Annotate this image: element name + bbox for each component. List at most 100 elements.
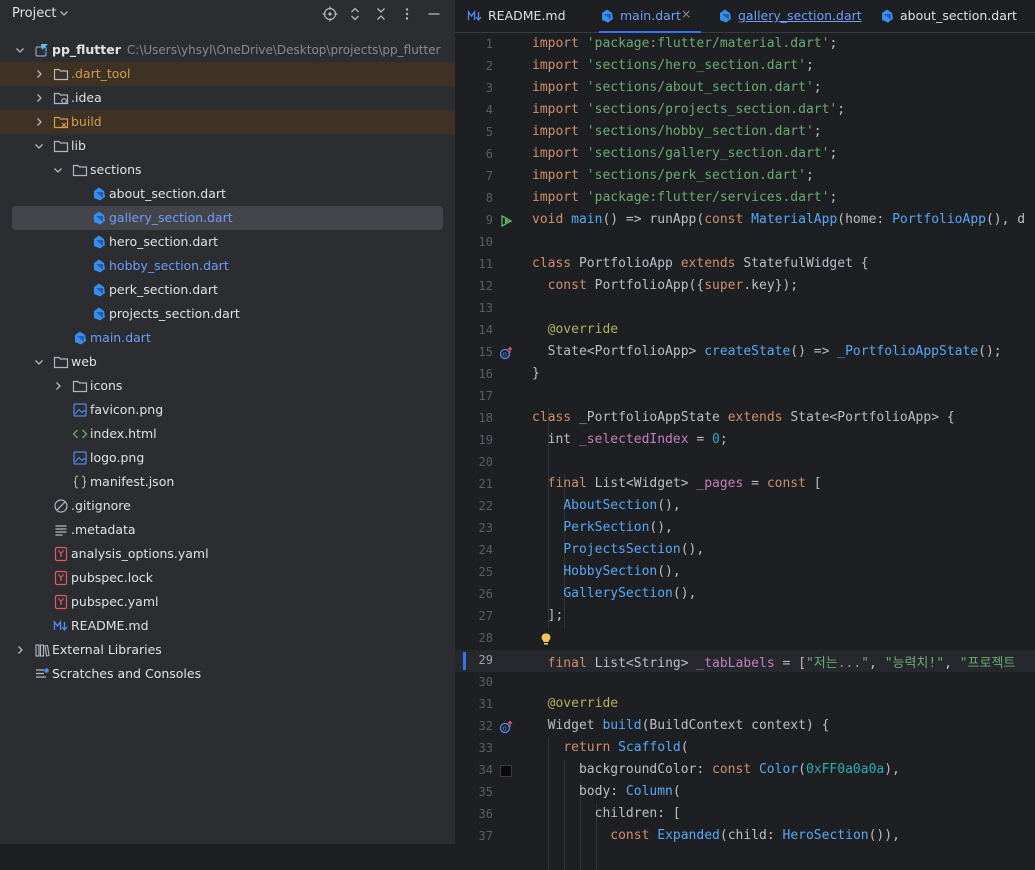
code-line[interactable]: 29 final List<String> _tabLabels = ["저는.… (455, 650, 1035, 672)
code-line[interactable]: 35 body: Column( (455, 782, 1035, 804)
tree-item[interactable]: main.dart (0, 326, 455, 350)
tree-item[interactable]: Scratches and Consoles (0, 662, 455, 686)
editor-tab[interactable]: main.dart × (599, 0, 701, 33)
tree-item[interactable]: pp_flutter C:\Users\yhsyl\OneDrive\Deskto… (0, 38, 455, 62)
code-line[interactable]: 17 (455, 386, 1035, 408)
code-line[interactable]: 13 (455, 298, 1035, 320)
hide-panel-icon[interactable] (426, 6, 442, 22)
code-line[interactable]: 2 import 'sections/hero_section.dart'; (455, 56, 1035, 78)
code-line[interactable]: 28 (455, 628, 1035, 650)
code-line[interactable]: 20 (455, 452, 1035, 474)
editor-tab-label: gallery_section.dart (738, 8, 862, 23)
tree-item[interactable]: build (0, 110, 455, 134)
code-line[interactable]: 7 import 'sections/perk_section.dart'; (455, 166, 1035, 188)
tree-item[interactable]: icons (0, 374, 455, 398)
code-line[interactable]: 34 backgroundColor: const Color(0xFF0a0a… (455, 760, 1035, 782)
chevron-right-icon[interactable] (52, 380, 64, 392)
code-line[interactable]: 22 AboutSection(), (455, 496, 1035, 518)
code-line[interactable]: 33 return Scaffold( (455, 738, 1035, 760)
code-line[interactable]: 32 o Widget build(BuildContext context) { (455, 716, 1035, 738)
code-line[interactable]: 15 o State<PortfolioApp> createState() =>… (455, 342, 1035, 364)
expand-all-icon[interactable] (347, 6, 363, 22)
tree-item[interactable]: projects_section.dart (0, 302, 455, 326)
tree-item[interactable]: index.html (0, 422, 455, 446)
chevron-right-icon[interactable] (14, 644, 26, 656)
tree-item[interactable]: External Libraries (0, 638, 455, 662)
code-line[interactable]: 36 children: [ (455, 804, 1035, 826)
tree-item[interactable]: web (0, 350, 455, 374)
dart-file-icon (75, 331, 86, 345)
change-marker[interactable] (463, 652, 466, 670)
override-icon[interactable]: o (499, 346, 513, 360)
editor-tab[interactable]: README.md (467, 0, 587, 32)
tree-item[interactable]: gallery_section.dart (0, 206, 455, 230)
code-line[interactable]: 24 ProjectsSection(), (455, 540, 1035, 562)
code-line[interactable]: 31 @override (455, 694, 1035, 716)
collapse-all-icon[interactable] (373, 6, 389, 22)
tree-item[interactable]: about_section.dart (0, 182, 455, 206)
chevron-down-icon[interactable] (33, 356, 45, 368)
override-icon[interactable]: o (499, 720, 513, 734)
editor-tab[interactable]: gallery_section.dart (717, 0, 867, 32)
code-token: ( (798, 762, 806, 777)
code-line[interactable]: 10 (455, 232, 1035, 254)
chevron-right-icon[interactable] (33, 116, 45, 128)
chevron-down-icon[interactable] (33, 140, 45, 152)
code-line[interactable]: 3 import 'sections/about_section.dart'; (455, 78, 1035, 100)
tree-item[interactable]: manifest.json (0, 470, 455, 494)
code-line[interactable]: 19 int _selectedIndex = 0; (455, 430, 1035, 452)
chevron-right-icon[interactable] (33, 68, 45, 80)
color-swatch[interactable] (499, 764, 513, 778)
code-line[interactable]: 26 GallerySection(), (455, 584, 1035, 606)
chevron-down-icon[interactable] (58, 7, 70, 19)
code-line[interactable]: 12 const PortfolioApp({super.key}); (455, 276, 1035, 298)
locate-file-icon[interactable] (322, 6, 338, 22)
chevron-right-icon[interactable] (33, 92, 45, 104)
tree-item[interactable]: .metadata (0, 518, 455, 542)
run-icon[interactable] (499, 214, 513, 228)
code-line[interactable]: 37 const Expanded(child: HeroSection()), (455, 826, 1035, 848)
tree-item[interactable]: logo.png (0, 446, 455, 470)
project-view-selector[interactable]: Project (12, 6, 56, 21)
code-line[interactable]: 23 PerkSection(), (455, 518, 1035, 540)
code-line[interactable]: 11 class PortfolioApp extends StatefulWid… (455, 254, 1035, 276)
tree-item[interactable]: sections (0, 158, 455, 182)
code-line[interactable]: 9 void main() => runApp(const MaterialApp… (455, 210, 1035, 232)
tree-item[interactable]: pubspec.lock (0, 566, 455, 590)
code-line[interactable]: 4 import 'sections/projects_section.dart'… (455, 100, 1035, 122)
code-token: super (704, 278, 744, 293)
code-token: PortfolioApp({ (594, 278, 705, 293)
tree-item[interactable]: analysis_options.yaml (0, 542, 455, 566)
code-line[interactable]: 5 import 'sections/hobby_section.dart'; (455, 122, 1035, 144)
code-line[interactable]: 1 import 'package:flutter/material.dart'; (455, 34, 1035, 56)
bulb-icon[interactable] (539, 632, 553, 646)
code-editor[interactable]: 1 import 'package:flutter/material.dart';… (455, 34, 1035, 870)
more-options-icon[interactable] (399, 6, 415, 22)
close-tab-icon[interactable]: × (681, 6, 691, 21)
code-line[interactable]: 6 import 'sections/gallery_section.dart'; (455, 144, 1035, 166)
code-line[interactable]: 30 (455, 672, 1035, 694)
code-line[interactable]: 21 final List<Widget> _pages = const [ (455, 474, 1035, 496)
tree-item[interactable]: .gitignore (0, 494, 455, 518)
tree-item[interactable]: perk_section.dart (0, 278, 455, 302)
tree-item[interactable]: .idea (0, 86, 455, 110)
code-token: const (712, 762, 759, 777)
tree-item[interactable]: hero_section.dart (0, 230, 455, 254)
line-number: 23 (478, 521, 493, 535)
tree-item[interactable]: README.md (0, 614, 455, 638)
tree-item[interactable]: lib (0, 134, 455, 158)
code-line[interactable]: 25 HobbySection(), (455, 562, 1035, 584)
code-line[interactable]: 16} (455, 364, 1035, 386)
tree-item[interactable]: .dart_tool (0, 62, 455, 86)
code-line[interactable]: 18 class _PortfolioAppState extends State… (455, 408, 1035, 430)
tree-item[interactable]: pubspec.yaml (0, 590, 455, 614)
tree-item[interactable]: favicon.png (0, 398, 455, 422)
tree-item[interactable]: hobby_section.dart (0, 254, 455, 278)
editor-tab[interactable]: about_section.dart (879, 0, 1035, 32)
code-line[interactable]: 8 import 'package:flutter/services.dart'; (455, 188, 1035, 210)
code-line[interactable]: 14 @override (455, 320, 1035, 342)
code-line[interactable]: 27 ]; (455, 606, 1035, 628)
chevron-down-icon[interactable] (52, 164, 64, 176)
chevron-down-icon[interactable] (14, 44, 26, 56)
